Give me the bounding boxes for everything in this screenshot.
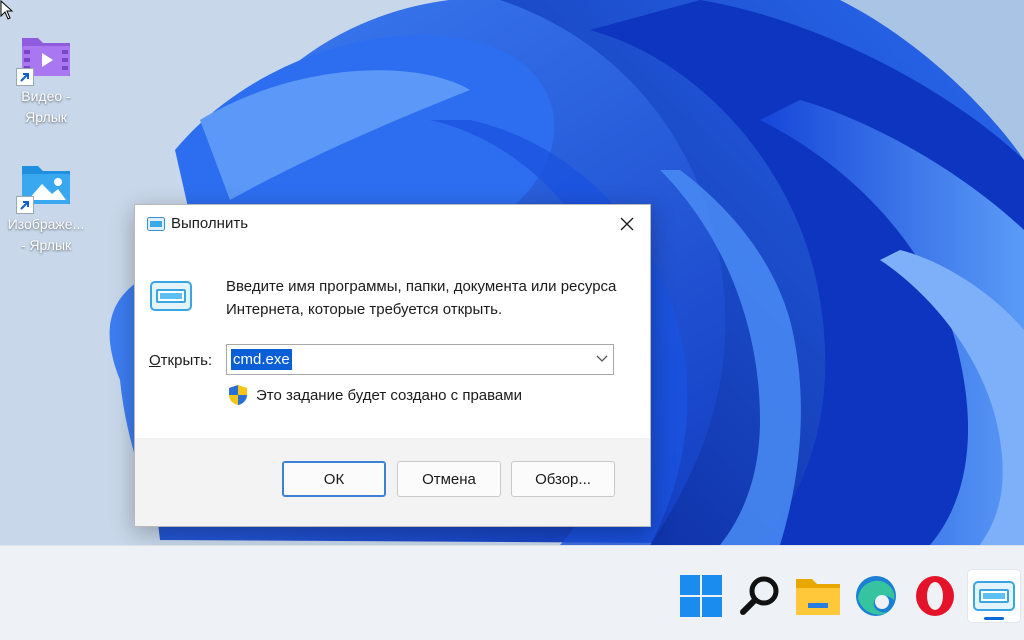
chevron-down-icon[interactable] xyxy=(596,354,608,364)
shortcut-arrow-icon xyxy=(16,196,34,214)
search-icon xyxy=(740,576,779,615)
mouse-cursor-icon xyxy=(0,0,14,20)
active-app-indicator xyxy=(984,617,1004,620)
cancel-button[interactable]: Отмена xyxy=(397,461,501,497)
run-app-large-icon xyxy=(150,281,192,311)
dialog-title: Выполнить xyxy=(171,215,249,232)
dialog-body: Введите имя программы, папки, документа … xyxy=(135,243,650,438)
ok-button[interactable]: ОК xyxy=(282,461,386,497)
desktop-icon-label: Видео - Ярлык xyxy=(21,88,71,125)
start-icon xyxy=(680,575,722,617)
dialog-description: Введите имя программы, папки, документа … xyxy=(226,278,617,318)
uac-shield-icon xyxy=(229,385,247,405)
file-explorer-icon xyxy=(796,579,840,615)
start-button[interactable] xyxy=(675,570,727,622)
edge-icon xyxy=(856,576,896,616)
open-combobox[interactable]: cmd.exe xyxy=(226,344,614,375)
run-app-icon xyxy=(973,581,1015,611)
pictures-folder-icon xyxy=(16,156,74,214)
shortcut-arrow-icon xyxy=(16,68,34,86)
desktop-shortcut-pictures[interactable]: Изображе... - Ярлык xyxy=(0,156,92,256)
browse-button[interactable]: Обзор... xyxy=(511,461,615,497)
open-label-accelerator: О xyxy=(149,352,161,369)
close-icon xyxy=(620,217,634,231)
open-label: Открыть: xyxy=(149,352,212,369)
dialog-titlebar[interactable]: Выполнить xyxy=(135,205,650,243)
run-icon xyxy=(147,217,165,231)
open-label-text: ткрыть: xyxy=(160,352,213,369)
search-button[interactable] xyxy=(734,570,786,622)
run-taskbar-button[interactable] xyxy=(968,570,1020,622)
opera-button[interactable] xyxy=(909,570,961,622)
run-dialog: Выполнить Введите имя программы, папки, … xyxy=(134,204,651,527)
taskbar xyxy=(0,545,1024,640)
video-folder-icon xyxy=(16,28,74,86)
admin-rights-note: Это задание будет создано с правами xyxy=(256,387,522,404)
file-explorer-button[interactable] xyxy=(792,570,844,622)
close-button[interactable] xyxy=(604,205,650,243)
open-input-value[interactable]: cmd.exe xyxy=(231,349,292,370)
opera-icon xyxy=(916,576,954,616)
desktop-icon-label: Изображе... - Ярлык xyxy=(7,216,85,253)
desktop-shortcut-video[interactable]: Видео - Ярлык xyxy=(0,28,92,128)
edge-button[interactable] xyxy=(850,570,902,622)
